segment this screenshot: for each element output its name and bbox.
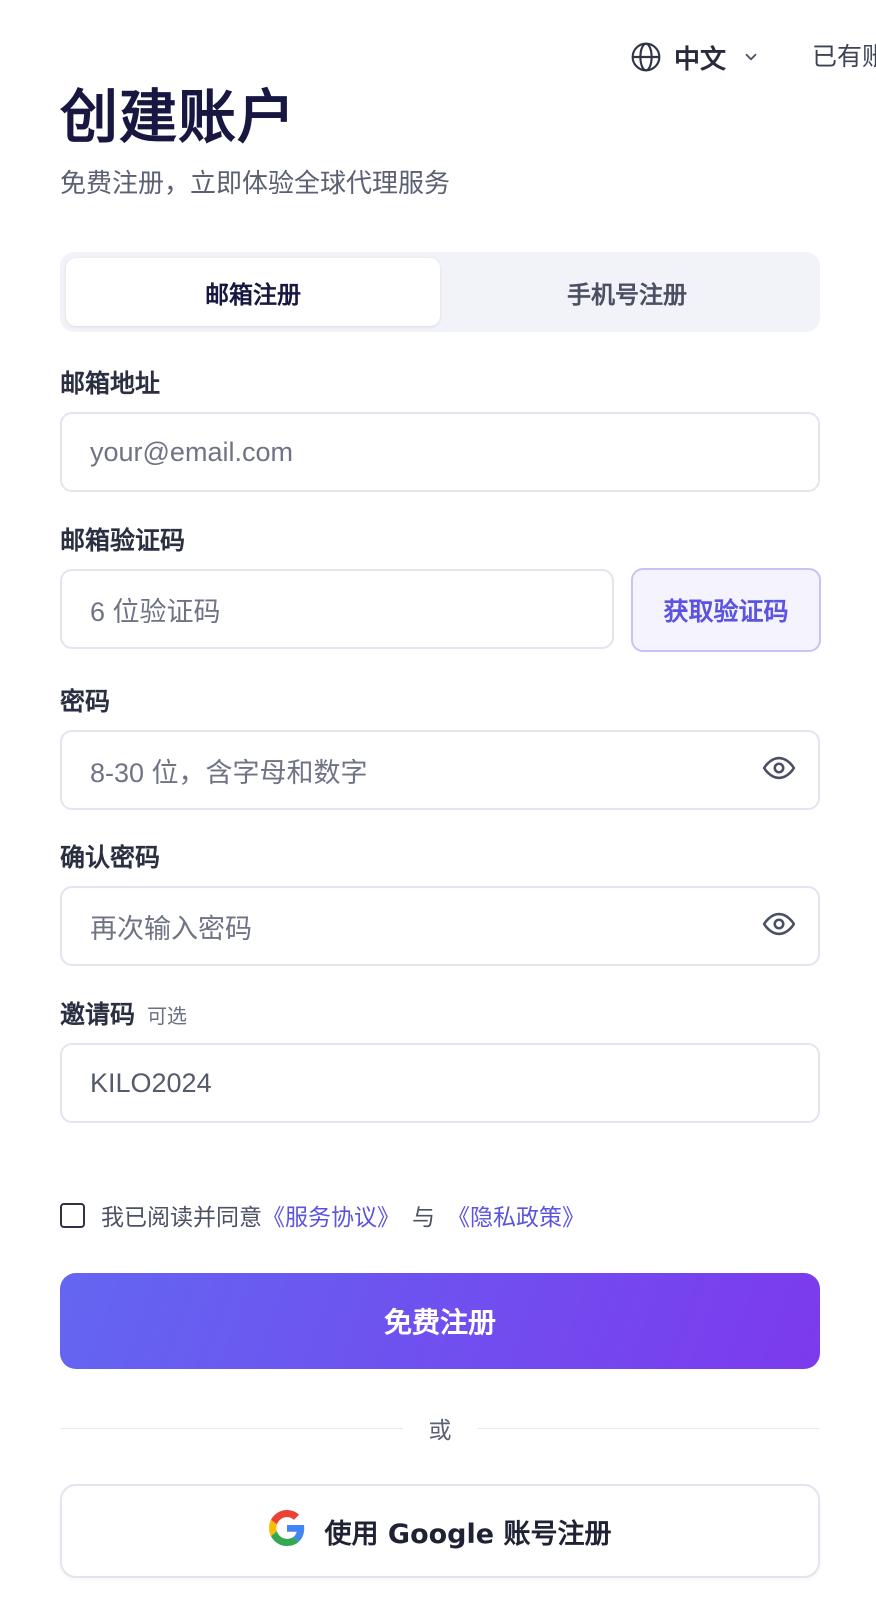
invite-label-text: 邀请码 bbox=[60, 1000, 136, 1029]
register-page: 中文 已有账 创建账户 免费注册，立即体验全球代理服务 邮箱注册 手机号注册 邮… bbox=[0, 0, 876, 1614]
confirm-password-label: 确认密码 bbox=[60, 843, 161, 872]
email-input[interactable]: your@email.com bbox=[60, 412, 820, 492]
tab-email-register[interactable]: 邮箱注册 bbox=[66, 258, 440, 326]
privacy-link[interactable]: 《隐私政策》 bbox=[447, 1198, 585, 1232]
confirm-password-input[interactable]: 再次输入密码 bbox=[60, 886, 820, 966]
optional-hint: 可选 bbox=[147, 1004, 188, 1028]
page-title: 创建账户 bbox=[60, 83, 297, 151]
top-bar: 中文 bbox=[630, 38, 760, 76]
invite-label: 邀请码 可选 bbox=[60, 995, 187, 1031]
google-register-button[interactable]: 使用 Google 账号注册 bbox=[60, 1484, 820, 1578]
email-placeholder: your@email.com bbox=[90, 436, 293, 467]
email-label: 邮箱地址 bbox=[60, 369, 161, 398]
google-register-label: 使用 Google 账号注册 bbox=[324, 1518, 612, 1550]
tab-phone-register[interactable]: 手机号注册 bbox=[440, 258, 814, 326]
confirm-password-placeholder: 再次输入密码 bbox=[90, 913, 252, 944]
agreement-prefix: 我已阅读并同意 bbox=[101, 1205, 262, 1231]
page-subtitle: 免费注册，立即体验全球代理服务 bbox=[60, 169, 451, 199]
divider-line bbox=[60, 1427, 403, 1429]
code-input[interactable]: 6 位验证码 bbox=[60, 569, 614, 649]
divider-text: 或 bbox=[428, 1418, 452, 1444]
language-label: 中文 bbox=[674, 44, 727, 75]
password-input[interactable]: 8-30 位，含字母和数字 bbox=[60, 730, 820, 810]
or-divider: 或 bbox=[60, 1408, 820, 1448]
terms-link[interactable]: 《服务协议》 bbox=[262, 1198, 400, 1232]
globe-icon bbox=[630, 41, 662, 73]
code-label: 邮箱验证码 bbox=[60, 526, 186, 555]
eye-icon[interactable] bbox=[762, 751, 796, 789]
chevron-down-icon bbox=[742, 48, 760, 66]
divider-line bbox=[477, 1427, 820, 1429]
invite-code-input[interactable]: KILO2024 bbox=[60, 1043, 820, 1123]
password-placeholder: 8-30 位，含字母和数字 bbox=[90, 757, 368, 788]
agreement-and: 与 bbox=[412, 1205, 435, 1231]
code-placeholder: 6 位验证码 bbox=[90, 596, 221, 627]
invite-code-value: KILO2024 bbox=[90, 1067, 212, 1098]
agreement-row: 我已阅读并同意 《服务协议》 与 《隐私政策》 bbox=[60, 1198, 585, 1232]
register-method-tabs: 邮箱注册 手机号注册 bbox=[60, 252, 820, 332]
register-button[interactable]: 免费注册 bbox=[60, 1273, 820, 1369]
eye-icon[interactable] bbox=[762, 907, 796, 945]
get-code-button[interactable]: 获取验证码 bbox=[631, 568, 821, 652]
password-label: 密码 bbox=[60, 687, 111, 716]
language-selector[interactable]: 中文 bbox=[630, 39, 760, 76]
login-link[interactable]: 已有账 bbox=[812, 38, 876, 76]
google-logo-icon bbox=[268, 1509, 305, 1553]
agreement-checkbox[interactable] bbox=[60, 1202, 85, 1228]
